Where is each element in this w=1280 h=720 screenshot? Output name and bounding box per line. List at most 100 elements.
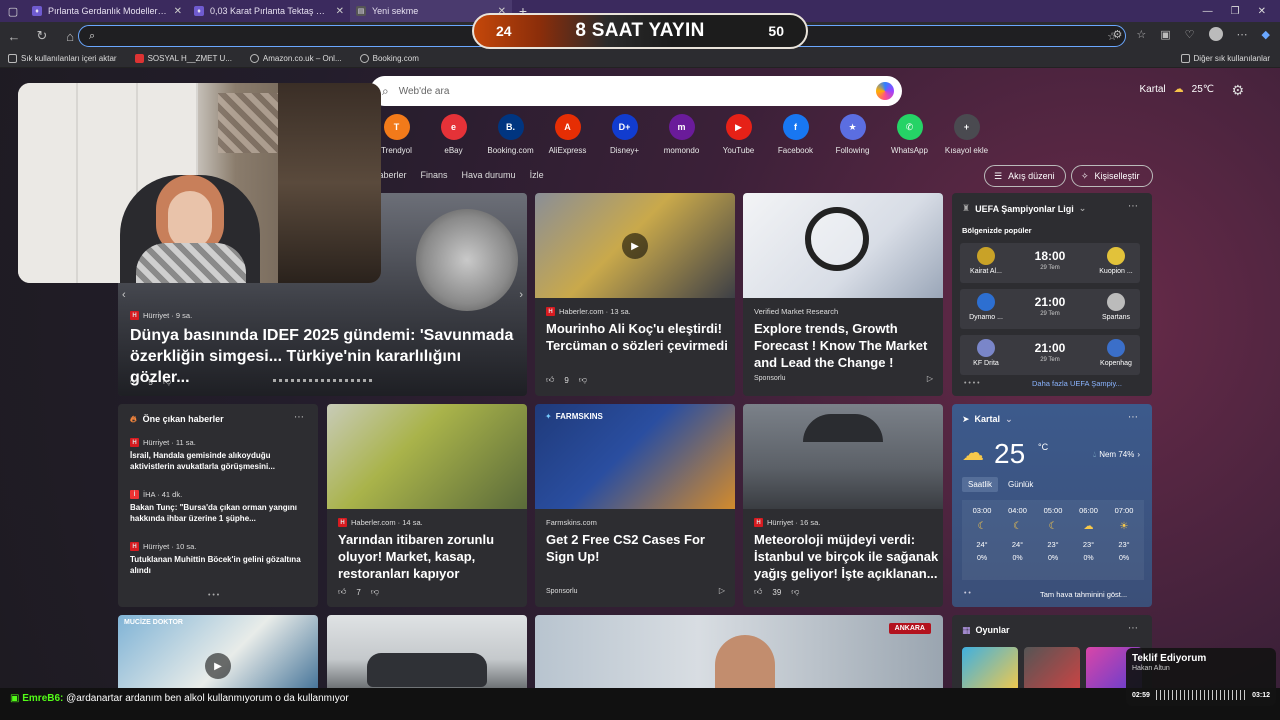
list-item[interactable]: H Hürriyet · 11 sa. İsrail, Handala gemis… (130, 438, 310, 472)
hurriyet-logo-icon: H (754, 518, 763, 527)
bookmark-sosyal[interactable]: SOSYAL H__ZMET U... (134, 54, 232, 63)
weather-header[interactable]: ➤ Kartal ⌄ (962, 414, 1013, 425)
dislike-icon[interactable]: 👎︎ (579, 375, 587, 385)
meteo-headline[interactable]: Meteoroloji müjdeyi verdi: İstanbul ve b… (754, 531, 940, 582)
game-tile[interactable] (1024, 647, 1080, 688)
bookmark-booking[interactable]: Booking.com (359, 54, 419, 63)
tab-2[interactable]: ♦ 0,03 Karat Pırlanta Tektaş Kolye - ✕ (188, 0, 350, 22)
refresh-icon[interactable]: ↻ (34, 28, 50, 44)
more-options-icon[interactable]: ⋯ (1128, 201, 1138, 212)
more-options-icon[interactable]: ⋯ (1128, 623, 1138, 634)
chevron-left-icon[interactable]: ‹ (122, 289, 126, 301)
shortcut-momondo[interactable]: m momondo (653, 114, 710, 155)
settings-gear-icon[interactable]: ⚙ (1231, 82, 1244, 99)
back-icon[interactable]: ← (6, 29, 22, 44)
mourinho-headline[interactable]: Mourinho Ali Koç'u eleştirdi! Tercüman o… (546, 320, 728, 354)
market-headline[interactable]: Explore trends, Growth Forecast ! Know T… (754, 320, 936, 371)
shortcut-facebook[interactable]: f Facebook (767, 114, 824, 155)
shortcut-youtube[interactable]: ▶ YouTube (710, 114, 767, 155)
news-card-meteoroloji[interactable]: H Hürriyet · 16 sa. Meteoroloji müjdeyi … (743, 404, 943, 607)
ad-choices-icon[interactable]: ▷ (719, 586, 725, 595)
shortcut-disney[interactable]: D+ Disney+ (596, 114, 653, 155)
list-item[interactable]: İ İHA · 41 dk. Bakan Tunç: "Bursa'da çıka… (130, 490, 310, 524)
mourinho-meta: 👍︎ 9 👎︎ (546, 375, 587, 385)
game-tile[interactable] (962, 647, 1018, 688)
close-window-icon[interactable]: ✕ (1258, 6, 1266, 17)
extensions-icon[interactable]: ⚙ (1113, 28, 1123, 41)
feed-tab-izle[interactable]: İzle (530, 170, 544, 180)
more-options-icon[interactable]: ⋯ (294, 412, 304, 423)
pagination-dots[interactable]: • • • (208, 592, 219, 599)
ad-card-cs2[interactable]: ✦ FARMSKINS Farmskins.com Get 2 Free CS2… (535, 404, 735, 607)
feed-tab-finans[interactable]: Finans (421, 170, 448, 180)
bookmarks-bar: Sık kullanılanları içeri aktar SOSYAL H_… (0, 50, 1280, 68)
dislike-icon[interactable]: 👎︎ (163, 377, 171, 387)
sponsored-label: Sponsorlu (754, 375, 786, 382)
like-icon[interactable]: 👍︎ (130, 377, 138, 387)
tab-actions-icon[interactable]: ▢ (0, 0, 26, 22)
match-row[interactable]: Kairat Al... 18:00 29 Tem Kuopion ... (960, 243, 1140, 283)
tab-1[interactable]: ♦ Pırlanta Gerdanlık Modelleri Özel ✕ (26, 0, 188, 22)
more-uefa-link[interactable]: Daha fazla UEFA Şampiy... (1032, 379, 1122, 388)
ad-choices-icon[interactable]: ▷ (927, 374, 933, 383)
like-icon[interactable]: 👍︎ (546, 375, 554, 385)
sports-header[interactable]: ♜ UEFA Şampiyonlar Ligi ⌄ (962, 203, 1086, 214)
shortcut-aliexpress[interactable]: A AliExpress (539, 114, 596, 155)
play-icon[interactable]: ▶ (622, 233, 648, 259)
tab-daily[interactable]: Günlük (1002, 477, 1039, 492)
tab-hourly[interactable]: Saatlik (962, 477, 999, 492)
close-icon[interactable]: ✕ (174, 6, 182, 17)
bookmark-import[interactable]: Sık kullanılanları içeri aktar (8, 54, 117, 63)
ad-card-market[interactable]: Verified Market Research Explore trends,… (743, 193, 943, 396)
full-forecast-link[interactable]: Tam hava tahminini göst... (1040, 590, 1127, 599)
news-card-market[interactable]: H Haberler.com · 14 sa. Yarından itibare… (327, 404, 527, 607)
news-card-ankara[interactable]: ANKARA (535, 615, 943, 688)
shortcut-booking[interactable]: B. Booking.com (482, 114, 539, 155)
bookmark-amazon[interactable]: Amazon.co.uk – Onl... (249, 54, 342, 63)
market2-headline[interactable]: Yarından itibaren zorunlu oluyor! Market… (338, 531, 520, 582)
weather-widget-top[interactable]: Kartal ☁ 25℃ (1140, 84, 1214, 95)
copilot-icon[interactable]: ◆ (1262, 28, 1270, 41)
match-time: 18:00 29 Tem (1030, 249, 1070, 271)
pagination-dots[interactable]: • • • • (964, 380, 980, 387)
profile-avatar[interactable] (1208, 27, 1223, 41)
personalize-button[interactable]: ✧ Kişiselleştir (1071, 165, 1153, 187)
video-card-mucize[interactable]: MUCİZE DOKTOR ▶ (118, 615, 318, 688)
like-icon[interactable]: 👍︎ (754, 587, 762, 597)
games-header[interactable]: ▦ Oyunlar (962, 625, 1010, 636)
like-icon[interactable]: 👍︎ (338, 587, 346, 597)
more-options-icon[interactable]: ⋯ (1128, 412, 1138, 423)
feed-tab-hava[interactable]: Hava durumu (462, 170, 516, 180)
cs2-headline[interactable]: Get 2 Free CS2 Cases For Sign Up! (546, 531, 728, 565)
dislike-icon[interactable]: 👎︎ (791, 587, 799, 597)
copilot-icon[interactable] (876, 82, 894, 100)
sports-subtitle: Bölgenizde popüler (962, 226, 1032, 235)
humidity[interactable]: 💧︎ Nem 74% › (1093, 450, 1140, 460)
match-row[interactable]: KF Drita 21:00 29 Tem Kopenhag (960, 335, 1140, 375)
news-card-mourinho[interactable]: ▶ H Haberler.com · 13 sa. Mourinho Ali K… (535, 193, 735, 396)
news-card-car[interactable] (327, 615, 527, 688)
collections-icon[interactable]: ▣ (1160, 28, 1170, 41)
web-search-input[interactable]: ⌕ Web'de ara (370, 76, 902, 106)
minimize-icon[interactable]: — (1203, 6, 1213, 17)
feed-layout-button[interactable]: ☰ Akış düzeni (984, 165, 1066, 187)
match-row[interactable]: Dynamo ... 21:00 29 Tem Spartans (960, 289, 1140, 329)
pagination-dots[interactable]: • • (964, 590, 971, 597)
play-icon[interactable]: ▶ (205, 653, 231, 679)
list-item[interactable]: H Hürriyet · 10 sa. Tutuklanan Muhittin B… (130, 542, 310, 576)
person-shape (715, 635, 775, 688)
chevron-right-icon[interactable]: › (519, 289, 523, 301)
carousel-dots[interactable] (273, 379, 373, 382)
other-favorites[interactable]: Diğer sık kullanılanlar (1180, 54, 1280, 63)
close-icon[interactable]: ✕ (336, 6, 344, 17)
shortcut-following[interactable]: ★ Following (824, 114, 881, 155)
maximize-icon[interactable]: ❐ (1231, 6, 1240, 17)
browser-essentials-icon[interactable]: ♡ (1185, 28, 1195, 41)
shortcut-add[interactable]: + Kısayol ekle (938, 114, 995, 155)
shortcut-whatsapp[interactable]: ✆ WhatsApp (881, 114, 938, 155)
shortcut-ebay[interactable]: e eBay (425, 114, 482, 155)
home-icon[interactable]: ⌂ (62, 29, 78, 44)
menu-icon[interactable]: ⋯ (1237, 28, 1248, 41)
favorites-icon[interactable]: ☆ (1136, 28, 1146, 41)
dislike-icon[interactable]: 👎︎ (371, 587, 379, 597)
